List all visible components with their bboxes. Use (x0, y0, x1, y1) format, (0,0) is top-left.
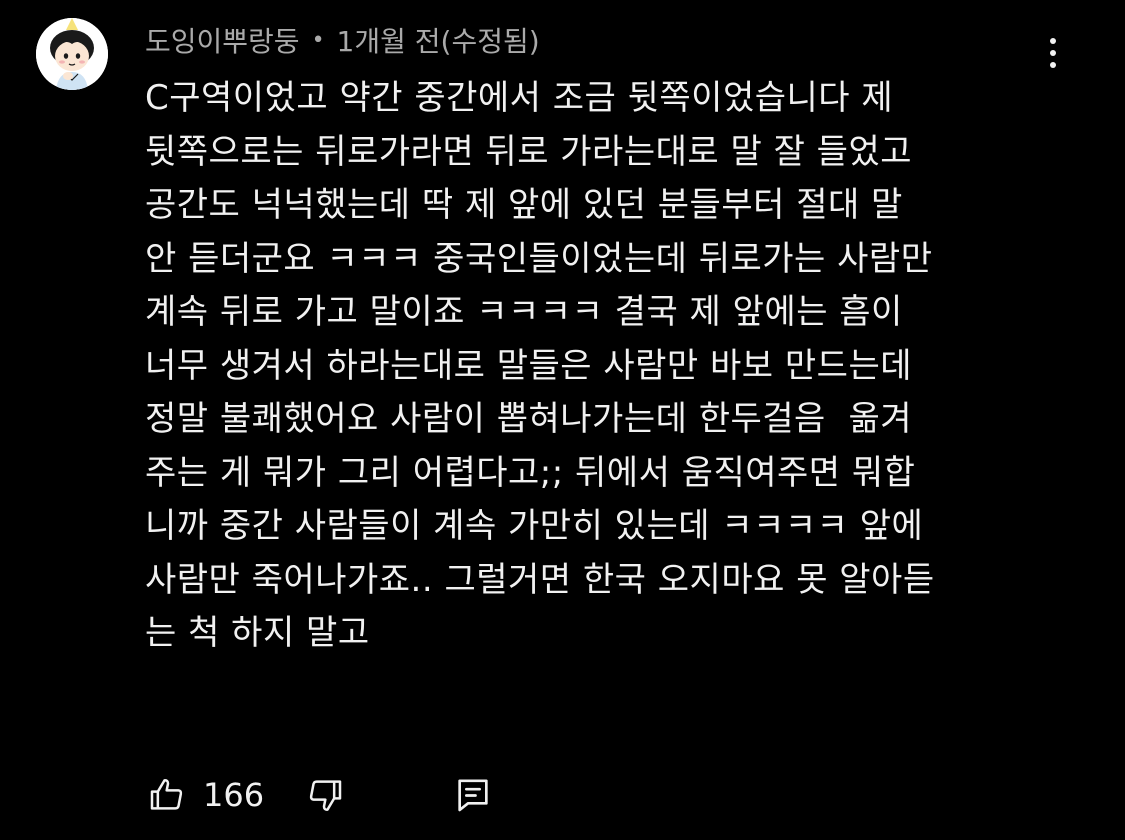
dislike-button[interactable] (303, 773, 347, 817)
thumbs-up-icon (150, 779, 183, 810)
more-actions-button[interactable] (1030, 30, 1076, 76)
comment-line: C구역이었고 약간 중간에서 조금 뒷쪽이었습니다 제 (145, 78, 894, 118)
avatar-cartoon-boy-icon (36, 18, 108, 90)
vertical-dots-icon-dot (1050, 50, 1056, 56)
comment-line: 사람만 죽어나가죠.. 그럴거면 한국 오지마요 못 알아듣 (145, 559, 935, 600)
comment-line: 안 듣더군요 ㅋㅋㅋ 중국인들이었는데 뒤로가는 사람만 (145, 238, 933, 279)
reply-button[interactable] (451, 773, 495, 817)
comment-line: 공간도 넉넉했는데 딱 제 앞에 있던 분들부터 절대 말 (145, 185, 903, 225)
like-count: 166 (203, 776, 265, 814)
author-name[interactable]: 도잉이뿌랑둥 (145, 20, 300, 60)
meta-separator: • (311, 27, 325, 53)
vertical-dots-icon-dot (1050, 62, 1056, 68)
reply-comment-icon (458, 779, 488, 812)
comment-line: 뒷쪽으로는 뒤로가라면 뒤로 가라는대로 말 잘 들었고 (145, 131, 913, 172)
comment-actions: 166 (145, 770, 495, 820)
like-button[interactable] (145, 773, 189, 817)
vertical-dots-icon (1050, 38, 1056, 44)
comment-timestamp[interactable]: 1개월 전(수정됨) (337, 20, 540, 60)
comment-body: C구역이었고 약간 중간에서 조금 뒷쪽이었습니다 제 뒷쪽으로는 뒤로가라면 … (145, 72, 1045, 661)
comment-line: 정말 불쾌했어요 사람이 뽑혀나가는데 한두걸음 옮겨 (145, 399, 913, 439)
avatar[interactable] (36, 18, 108, 90)
thumbs-down-icon (309, 780, 342, 811)
comment-line: 는 척 하지 말고 (145, 613, 370, 653)
comment-thread: 도잉이뿌랑둥 • 1개월 전(수정됨) C구역이었고 약간 중간에서 조금 뒷쪽… (0, 0, 1125, 840)
comment-line: 너무 생겨서 하라는대로 말들은 사람만 바보 만드는데 (145, 345, 913, 386)
comment-line: 니까 중간 사람들이 계속 가만히 있는데 ㅋㅋㅋㅋ 앞에 (145, 506, 924, 546)
comment-header: 도잉이뿌랑둥 • 1개월 전(수정됨) (145, 20, 540, 60)
comment-line: 계속 뒤로 가고 말이죠 ㅋㅋㅋㅋ 결국 제 앞에는 흠이 (145, 292, 903, 332)
comment-line: 주는 게 뭐가 그리 어렵다고;; 뒤에서 움직여주면 뭐합 (145, 452, 916, 493)
